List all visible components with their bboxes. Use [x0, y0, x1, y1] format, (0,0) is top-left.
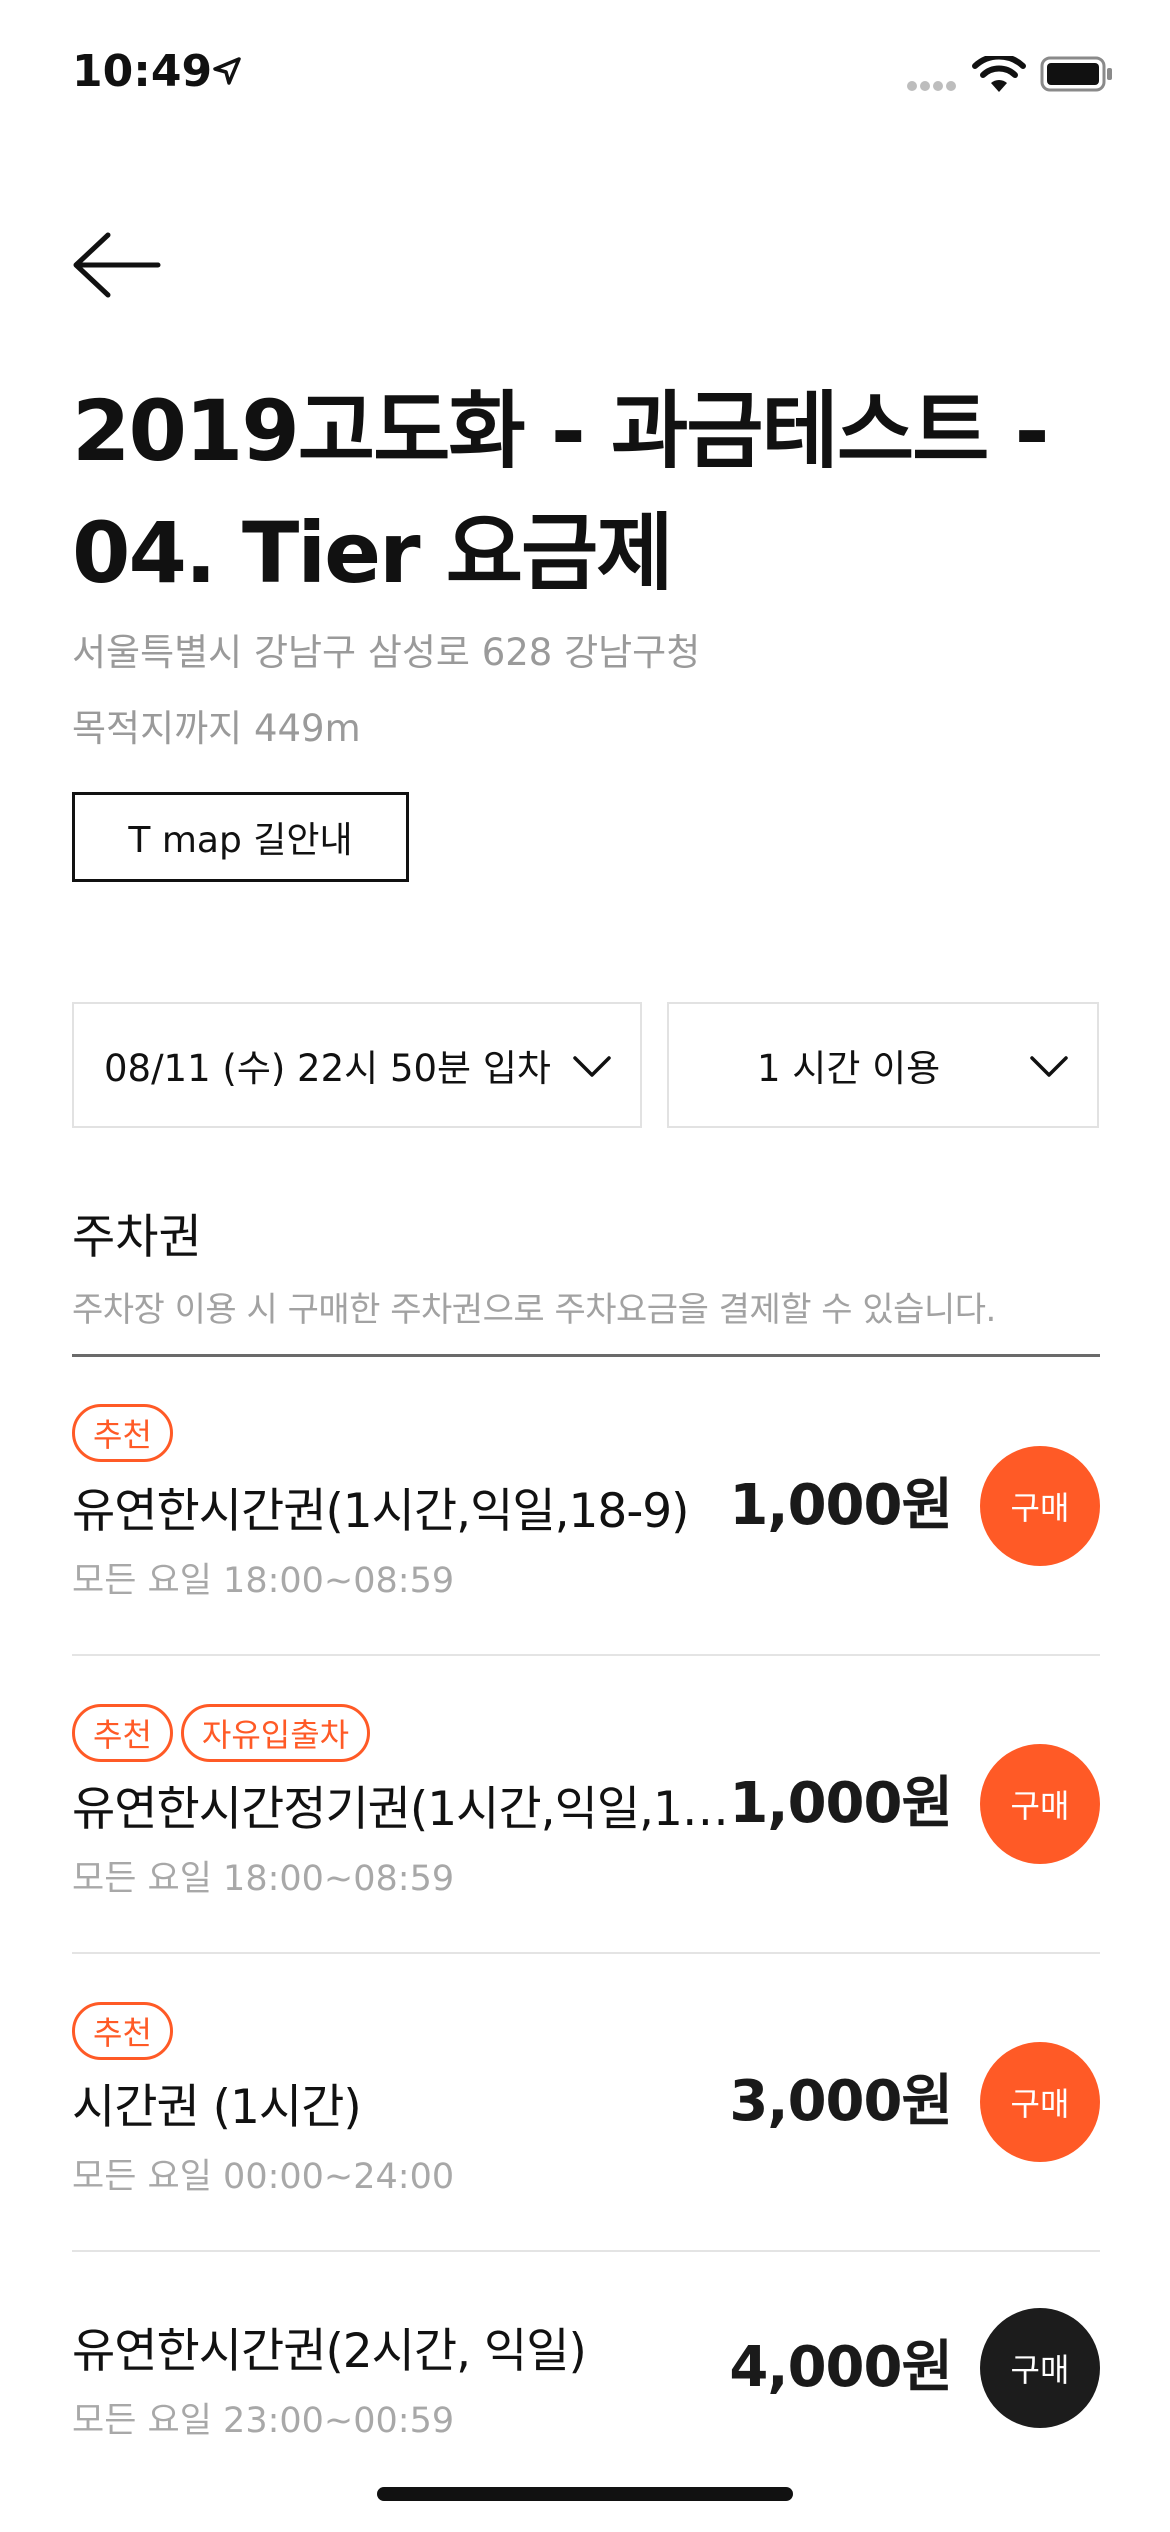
free-entry-exit-badge: 자유입출차 [180, 1704, 371, 1762]
ticket-price: 1,000원 [729, 1771, 953, 1836]
section-title: 주차권 [72, 1210, 202, 1265]
wifi-icon [972, 56, 1026, 92]
status-time: 10:49 [72, 46, 213, 97]
ticket-schedule: 모든 요일 23:00~00:59 [72, 2401, 455, 2441]
section-divider [72, 1354, 1100, 1357]
recommend-badge: 추천 [72, 1704, 173, 1762]
location-arrow-icon [213, 57, 241, 85]
recommend-badge: 추천 [72, 2002, 173, 2060]
ticket-schedule: 모든 요일 00:00~24:00 [72, 2157, 455, 2197]
ticket-schedule: 모든 요일 18:00~08:59 [72, 1859, 455, 1899]
ticket-name: 유연한시간권(2시간, 익일) [72, 2324, 587, 2379]
battery-icon [1040, 56, 1112, 92]
destination-distance: 목적지까지 449m [72, 707, 361, 750]
duration-selector[interactable]: 1 시간 이용 [667, 1002, 1099, 1128]
ticket-name: 유연한시간권(1시간,익일,18-9) [72, 1484, 690, 1539]
ticket-badges: 추천 [72, 1404, 173, 1462]
entry-time-value: 08/11 (수) 22시 50분 입차 [104, 1047, 551, 1090]
ticket-price: 3,000원 [729, 2069, 953, 2134]
recommend-badge: 추천 [72, 1404, 173, 1462]
ticket-name: 유연한시간정기권(1시간,익일,1… [72, 1782, 729, 1837]
chevron-down-icon [1030, 1056, 1068, 1077]
duration-value: 1 시간 이용 [757, 1047, 941, 1090]
ticket-name: 시간권 (1시간) [72, 2080, 362, 2135]
page-title: 2019고도화 - 과금테스트 - 04. Tier 요금제 [72, 382, 1050, 602]
buy-button[interactable]: 구매 [980, 1744, 1100, 1864]
entry-time-selector[interactable]: 08/11 (수) 22시 50분 입차 [72, 1002, 642, 1128]
ticket-item: 추천 유연한시간권(1시간,익일,18-9) 모든 요일 18:00~08:59… [72, 1358, 1100, 1656]
ticket-badges: 추천 [72, 2002, 173, 2060]
ticket-price: 4,000원 [729, 2335, 953, 2400]
tmap-navigation-button[interactable]: T map 길안내 [72, 792, 409, 882]
ticket-item: 추천 자유입출차 유연한시간정기권(1시간,익일,1… 모든 요일 18:00~… [72, 1656, 1100, 1954]
ticket-price: 1,000원 [729, 1473, 953, 1538]
section-description: 주차장 이용 시 구매한 주차권으로 주차요금을 결제할 수 있습니다. [72, 1290, 996, 1330]
ticket-item: 추천 시간권 (1시간) 모든 요일 00:00~24:00 3,000원 구매 [72, 1954, 1100, 2252]
buy-button[interactable]: 구매 [980, 2042, 1100, 2162]
buy-button[interactable]: 구매 [980, 1446, 1100, 1566]
signal-dots-icon [907, 81, 956, 91]
ticket-schedule: 모든 요일 18:00~08:59 [72, 1561, 455, 1601]
chevron-down-icon [573, 1056, 611, 1077]
home-indicator[interactable] [377, 2487, 793, 2501]
back-arrow-icon[interactable] [72, 230, 162, 300]
ticket-badges: 추천 자유입출차 [72, 1704, 371, 1762]
status-bar: 10:49 [0, 0, 1170, 150]
buy-button[interactable]: 구매 [980, 2308, 1100, 2428]
parking-address: 서울특별시 강남구 삼성로 628 강남구청 [72, 631, 701, 674]
